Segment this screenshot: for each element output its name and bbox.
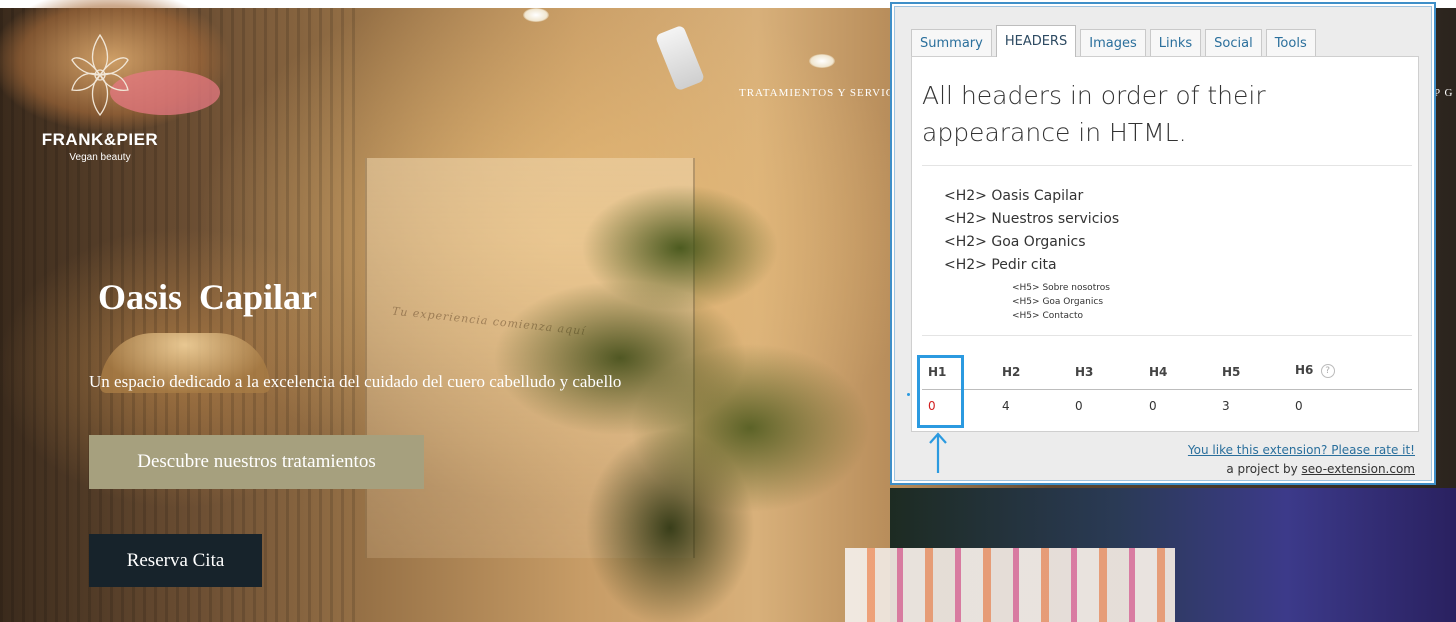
header-item: <H2> Oasis Capilar — [944, 185, 1119, 208]
headers-list: <H2> Oasis Capilar <H2> Nuestros servici… — [944, 185, 1119, 323]
panel-title: All headers in order of their appearance… — [922, 81, 1266, 147]
header-text: Contacto — [1042, 311, 1083, 321]
nav-menu-treatments[interactable]: TRATAMIENTOS Y SERVIC — [739, 87, 894, 99]
tab-images[interactable]: Images — [1080, 29, 1146, 57]
ceiling-light — [523, 8, 549, 22]
header-tag: <H5> — [1012, 283, 1040, 293]
header-tag: <H5> — [1012, 311, 1040, 321]
seo-extension-popup: Summary HEADERS Images Links Social Tool… — [890, 2, 1436, 485]
brand-tagline: Vegan beauty — [69, 152, 131, 163]
tab-headers[interactable]: HEADERS — [995, 25, 1077, 57]
header-item: <H2> Nuestros servicios — [944, 208, 1119, 231]
header-item: <H2> Pedir cita — [944, 254, 1119, 277]
hero-title: Oasis Capilar — [98, 277, 318, 317]
divider — [922, 335, 1412, 336]
seo-extension-link[interactable]: seo-extension.com — [1302, 462, 1415, 476]
header-tag: <H2> — [944, 211, 987, 227]
brand-name: FRANK&PIER — [41, 130, 159, 149]
book-appointment-button[interactable]: Reserva Cita — [89, 534, 262, 587]
headers-panel: All headers in order of their appearance… — [911, 56, 1419, 432]
nav-menu-item-cut[interactable]: P G — [1434, 87, 1453, 99]
header-text: Pedir cita — [991, 257, 1057, 273]
count-label-h6: H6 ? — [1295, 363, 1335, 378]
tab-summary[interactable]: Summary — [911, 29, 992, 57]
divider — [922, 165, 1412, 166]
header-item-sub: <H5> Goa Organics — [1012, 295, 1119, 309]
count-header-row: H1 H2 H3 H4 H5 H6 ? — [922, 357, 1412, 387]
rate-extension-link[interactable]: You like this extension? Please rate it! — [1188, 443, 1415, 457]
discover-treatments-button[interactable]: Descubre nuestros tratamientos — [89, 435, 424, 489]
brand-logo[interactable]: FRANK&PIER Vegan beauty — [30, 30, 170, 170]
header-tag: <H2> — [944, 257, 987, 273]
count-label-h4: H4 — [1149, 365, 1168, 379]
header-tag: <H2> — [944, 188, 987, 204]
annotation-dot — [907, 393, 910, 396]
project-credit-prefix: a project by — [1226, 462, 1302, 476]
header-item-sub: <H5> Sobre nosotros — [1012, 281, 1119, 295]
count-value-h4: 0 — [1149, 399, 1157, 413]
tab-links[interactable]: Links — [1149, 29, 1202, 57]
count-value-h6: 0 — [1295, 399, 1303, 413]
header-tag: <H2> — [944, 234, 987, 250]
popup-body: Summary HEADERS Images Links Social Tool… — [894, 6, 1432, 481]
header-text: Sobre nosotros — [1042, 283, 1110, 293]
count-label-h6-text: H6 — [1295, 363, 1314, 377]
lotus-logo-icon — [71, 33, 129, 117]
count-value-row: 0 4 0 0 3 0 — [922, 391, 1412, 421]
count-label-h3: H3 — [1075, 365, 1094, 379]
table-divider — [922, 389, 1412, 390]
header-tag: <H5> — [1012, 297, 1040, 307]
hero-subtitle: Un espacio dedicado a la excelencia del … — [89, 372, 622, 391]
header-item-sub: <H5> Contacto — [1012, 309, 1119, 323]
help-icon[interactable]: ? — [1320, 363, 1335, 378]
header-text: Nuestros servicios — [991, 211, 1120, 227]
up-arrow-icon — [929, 432, 947, 473]
count-label-h5: H5 — [1222, 365, 1241, 379]
h1-highlight-box — [917, 355, 964, 428]
count-value-h5: 3 — [1222, 399, 1230, 413]
product-display — [845, 548, 1175, 622]
count-label-h2: H2 — [1002, 365, 1021, 379]
ceiling-light — [809, 54, 835, 68]
palm-plant — [470, 98, 890, 622]
header-item: <H2> Goa Organics — [944, 231, 1119, 254]
header-text: Goa Organics — [991, 234, 1086, 250]
tab-bar: Summary HEADERS Images Links Social Tool… — [911, 25, 1316, 57]
header-text: Goa Organics — [1042, 297, 1104, 307]
tab-tools[interactable]: Tools — [1265, 29, 1316, 57]
count-value-h3: 0 — [1075, 399, 1083, 413]
project-credit: a project by seo-extension.com — [1226, 462, 1415, 476]
tab-social[interactable]: Social — [1205, 29, 1262, 57]
count-value-h2: 4 — [1002, 399, 1010, 413]
header-text: Oasis Capilar — [991, 188, 1084, 204]
spotlight — [654, 24, 706, 92]
